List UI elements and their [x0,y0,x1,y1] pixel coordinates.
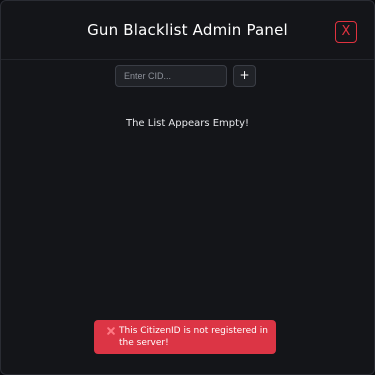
blacklist-list [11,136,364,314]
admin-panel-window: Gun Blacklist Admin Panel X + The List A… [0,0,375,375]
panel-title: Gun Blacklist Admin Panel [87,21,288,39]
x-icon [106,326,116,336]
close-button[interactable]: X [335,21,357,43]
add-button[interactable]: + [233,65,256,87]
toast-message: This CitizenID is not registered in the … [119,326,268,348]
add-cid-row: + [115,65,256,87]
empty-list-message: The List Appears Empty! [125,118,249,129]
cid-input[interactable] [115,65,227,87]
error-toast: This CitizenID is not registered in the … [94,320,276,354]
panel-header: Gun Blacklist Admin Panel X [1,1,374,60]
